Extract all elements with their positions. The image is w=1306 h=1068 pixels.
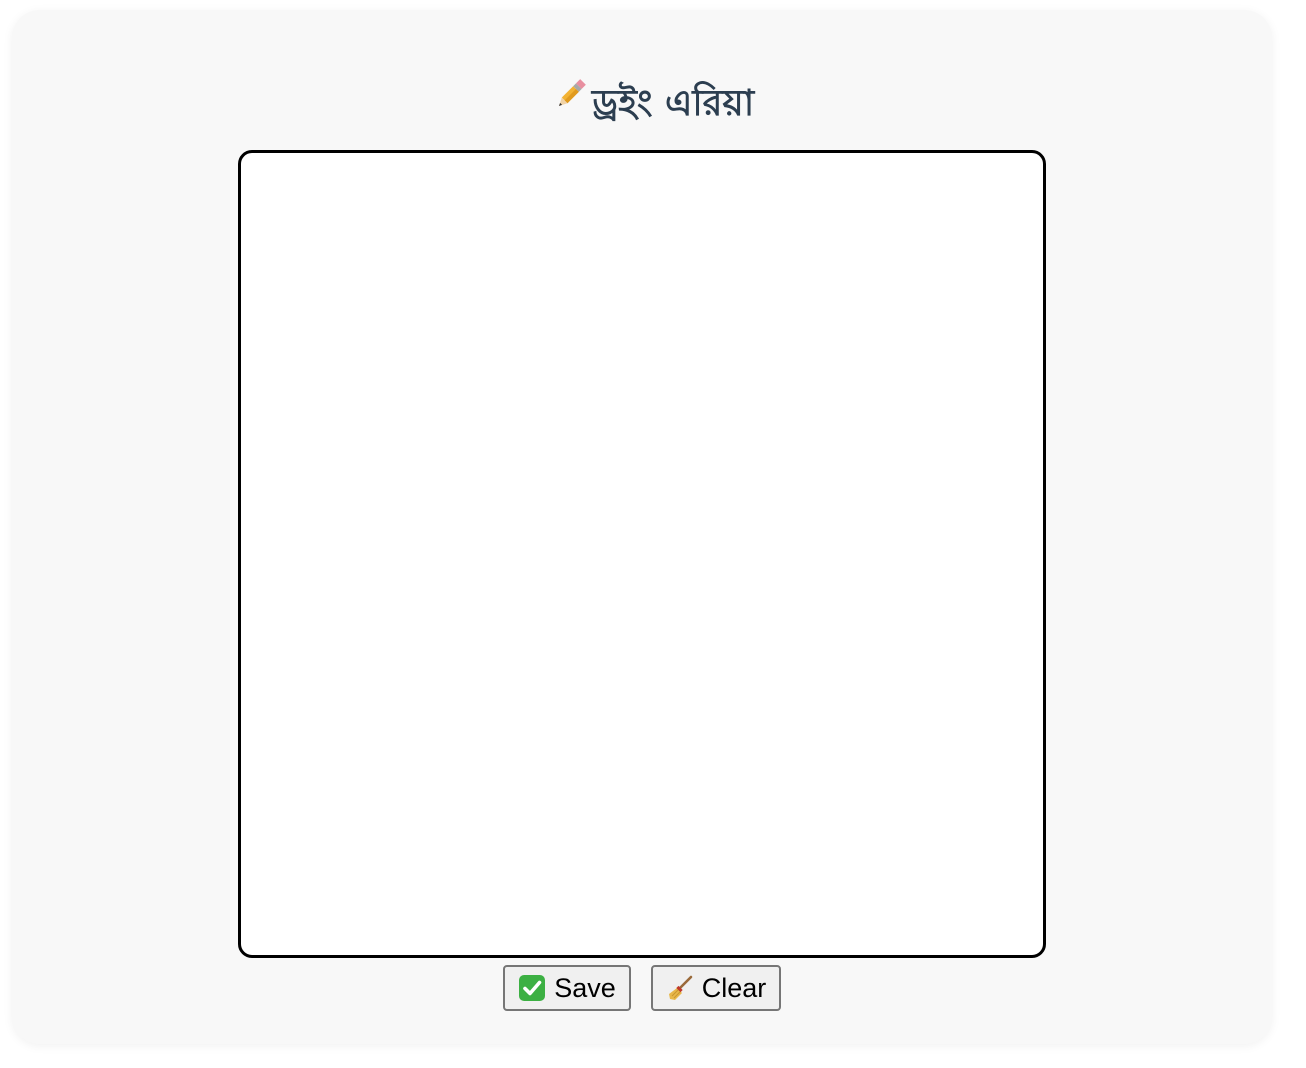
check-mark-icon [518, 974, 546, 1002]
page-title: ড্রইং এরিয়া [0, 78, 1306, 132]
clear-button[interactable]: Clear [651, 965, 781, 1011]
save-button[interactable]: Save [503, 965, 631, 1011]
drawing-canvas[interactable] [238, 150, 1046, 958]
save-button-label: Save [554, 972, 616, 1003]
pencil-icon [552, 75, 590, 128]
clear-button-label: Clear [701, 972, 767, 1003]
broom-icon [666, 974, 694, 1002]
page-title-text: ড্রইং এরিয়া [591, 83, 755, 124]
